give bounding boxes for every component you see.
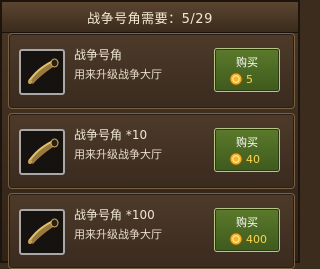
shop-item: 战争号角 *10 用来升级战争大厅 购买 40: [8, 113, 295, 189]
price-amount: 40: [246, 153, 260, 166]
buy-button[interactable]: 购买 400: [214, 208, 280, 252]
war-horn-icon: [28, 218, 59, 244]
buy-button-label: 购买: [236, 216, 258, 229]
item-description: 用来升级战争大厅: [74, 148, 162, 161]
shop-item: 战争号角 *100 用来升级战争大厅 购买 400: [8, 193, 295, 269]
page-title: 战争号角需要：5/29: [87, 11, 213, 27]
item-description: 用来升级战争大厅: [74, 68, 162, 81]
shop-item: 战争号角 用来升级战争大厅 购买 5: [8, 33, 295, 109]
war-horn-icon: [28, 138, 59, 164]
item-icon-frame: [19, 129, 65, 175]
buy-button-label: 购买: [236, 56, 258, 69]
item-name: 战争号角 *100: [74, 208, 155, 222]
buy-button[interactable]: 购买 5: [214, 48, 280, 92]
item-name: 战争号角 *10: [74, 128, 148, 142]
price-amount: 5: [246, 73, 253, 86]
item-description: 用来升级战争大厅: [74, 228, 162, 241]
panel-header: 战争号角需要：5/29: [2, 2, 298, 33]
price-amount: 400: [246, 233, 267, 246]
war-horn-icon: [28, 58, 59, 84]
gold-coin-icon: [229, 72, 243, 86]
item-name: 战争号角: [74, 48, 123, 62]
gold-coin-icon: [229, 152, 243, 166]
buy-button-label: 购买: [236, 136, 258, 149]
item-icon-frame: [19, 49, 65, 95]
shop-panel: 战争号角需要：5/29 战争号角 用来升级战争大厅 购买 5 战争号角 *10 …: [0, 0, 300, 269]
item-icon-frame: [19, 209, 65, 255]
buy-button[interactable]: 购买 40: [214, 128, 280, 172]
gold-coin-icon: [229, 232, 243, 246]
